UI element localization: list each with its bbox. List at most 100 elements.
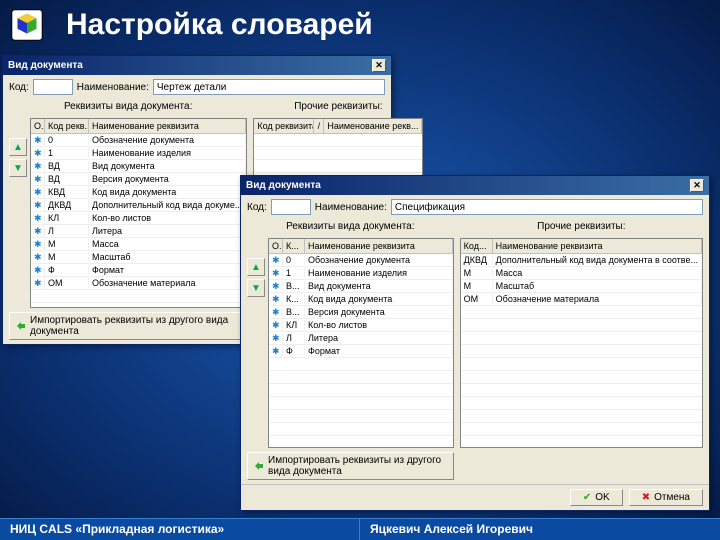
page-title: Настройка словарей <box>66 8 373 42</box>
col-sep[interactable]: / <box>314 119 324 133</box>
table-row[interactable]: ✱0Обозначение документа <box>269 254 453 267</box>
table-row[interactable]: ✱ДКВДДополнительный код вида докуме... <box>31 199 246 212</box>
cell-name: Дополнительный код вида докуме... <box>89 200 246 210</box>
table-row[interactable] <box>461 423 702 436</box>
table-row[interactable]: ОМОбозначение материала <box>461 293 702 306</box>
col-status[interactable]: О... <box>269 239 283 253</box>
table-row[interactable]: ДКВДДополнительный код вида документа в … <box>461 254 702 267</box>
table-row[interactable]: ✱1Наименование изделия <box>269 267 453 280</box>
required-icon: ✱ <box>269 307 283 318</box>
table-row[interactable]: ✱0Обозначение документа <box>31 134 246 147</box>
left-grid[interactable]: О... К... Наименование реквизита ✱0Обозн… <box>268 238 454 448</box>
cell-name: Обозначение материала <box>89 278 246 288</box>
table-row[interactable]: ✱ВДВерсия документа <box>31 173 246 186</box>
table-row[interactable]: ✱ОМОбозначение материала <box>31 277 246 290</box>
table-row[interactable]: ✱КЛКол-во листов <box>269 319 453 332</box>
table-row[interactable]: ✱ВДВид документа <box>31 160 246 173</box>
right-grid[interactable]: Код... Наименование реквизита ДКВДДополн… <box>460 238 703 448</box>
table-row[interactable] <box>254 160 422 173</box>
import-button[interactable]: Импортировать реквизиты из другого вида … <box>247 452 454 480</box>
table-row[interactable]: ✱ФФормат <box>269 345 453 358</box>
table-row[interactable]: ✱1Наименование изделия <box>31 147 246 160</box>
move-down-button[interactable]: ▼ <box>247 279 265 297</box>
col-name-right[interactable]: Наименование рекв... <box>324 119 422 133</box>
move-up-button[interactable]: ▲ <box>247 258 265 276</box>
table-row[interactable]: ММасса <box>461 267 702 280</box>
cell-code: К... <box>283 294 305 304</box>
move-down-button[interactable]: ▼ <box>9 159 27 177</box>
close-icon[interactable]: ✕ <box>690 179 704 192</box>
table-row[interactable] <box>461 332 702 345</box>
table-row[interactable]: ✱КВДКод вида документа <box>31 186 246 199</box>
table-row[interactable]: ✱К...Код вида документа <box>269 293 453 306</box>
cell-code: ДКВД <box>461 255 493 265</box>
table-row[interactable] <box>269 358 453 371</box>
cell-code: В... <box>283 307 305 317</box>
table-row[interactable] <box>31 290 246 303</box>
code-input[interactable] <box>33 79 73 95</box>
table-row[interactable]: ✱ЛЛитера <box>31 225 246 238</box>
required-icon: ✱ <box>31 213 45 224</box>
dialog-titlebar: Вид документа ✕ <box>241 176 709 195</box>
cancel-button[interactable]: ✖ Отмена <box>629 489 703 506</box>
dialog-title-text: Вид документа <box>246 180 321 191</box>
cell-name: Масштаб <box>493 281 702 291</box>
cell-name: Наименование изделия <box>305 268 453 278</box>
dialog-document-type-2: Вид документа ✕ Код: Наименование: Рекви… <box>240 175 710 511</box>
cell-name: Масса <box>89 239 246 249</box>
col-code-right[interactable]: Код... <box>461 239 493 253</box>
table-row[interactable]: ✱ММасса <box>31 238 246 251</box>
table-row[interactable] <box>269 384 453 397</box>
required-icon: ✱ <box>269 281 283 292</box>
col-status[interactable]: О... <box>31 119 45 133</box>
table-row[interactable]: ✱КЛКол-во листов <box>31 212 246 225</box>
cancel-label: Отмена <box>654 492 690 503</box>
table-row[interactable] <box>461 345 702 358</box>
import-label: Импортировать реквизиты из другого вида … <box>268 455 447 477</box>
name-input[interactable] <box>153 79 385 95</box>
close-icon[interactable]: ✕ <box>372 59 386 72</box>
cell-code: КЛ <box>283 320 305 330</box>
cell-name: Литера <box>305 333 453 343</box>
col-name[interactable]: Наименование реквизита <box>89 119 246 133</box>
col-name[interactable]: Наименование реквизита <box>305 239 453 253</box>
table-row[interactable]: ✱ММасштаб <box>31 251 246 264</box>
table-row[interactable] <box>461 384 702 397</box>
table-row[interactable] <box>461 397 702 410</box>
table-row[interactable]: ✱В...Версия документа <box>269 306 453 319</box>
table-row[interactable] <box>269 371 453 384</box>
cell-name: Формат <box>89 265 246 275</box>
col-code[interactable]: Код рекв... <box>45 119 89 133</box>
name-input[interactable] <box>391 199 703 215</box>
table-row[interactable]: ММасштаб <box>461 280 702 293</box>
table-row[interactable] <box>461 319 702 332</box>
col-code[interactable]: К... <box>283 239 305 253</box>
table-row[interactable] <box>269 410 453 423</box>
table-row[interactable] <box>461 371 702 384</box>
table-row[interactable]: ✱ЛЛитера <box>269 332 453 345</box>
table-row[interactable] <box>461 436 702 448</box>
ok-button[interactable]: ✔ OK <box>570 489 623 506</box>
table-row[interactable] <box>269 397 453 410</box>
required-icon: ✱ <box>31 174 45 185</box>
col-name-right[interactable]: Наименование реквизита <box>493 239 702 253</box>
cell-code: 0 <box>45 135 89 145</box>
move-up-button[interactable]: ▲ <box>9 138 27 156</box>
import-button[interactable]: Импортировать реквизиты из другого вида … <box>9 312 247 340</box>
col-code-right[interactable]: Код реквизита <box>254 119 314 133</box>
code-input[interactable] <box>271 199 311 215</box>
cell-name: Наименование изделия <box>89 148 246 158</box>
table-row[interactable] <box>254 134 422 147</box>
table-row[interactable] <box>461 306 702 319</box>
required-icon: ✱ <box>269 294 283 305</box>
table-row[interactable] <box>269 436 453 448</box>
left-grid[interactable]: О... Код рекв... Наименование реквизита … <box>30 118 247 308</box>
table-row[interactable] <box>254 147 422 160</box>
table-row[interactable]: ✱В...Вид документа <box>269 280 453 293</box>
table-row[interactable]: ✱ФФормат <box>31 264 246 277</box>
cell-name: Формат <box>305 346 453 356</box>
required-icon: ✱ <box>31 135 45 146</box>
table-row[interactable] <box>461 410 702 423</box>
table-row[interactable] <box>461 358 702 371</box>
table-row[interactable] <box>269 423 453 436</box>
